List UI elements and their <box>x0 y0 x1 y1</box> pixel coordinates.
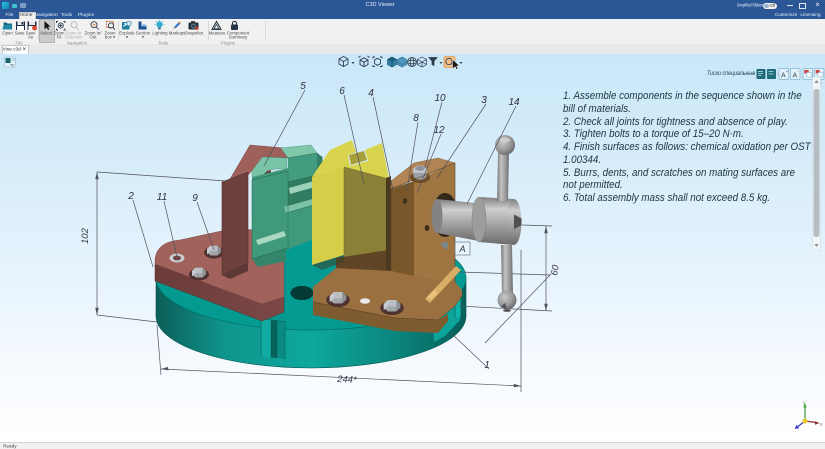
svg-text:102: 102 <box>80 227 91 244</box>
svg-text:3: 3 <box>481 95 487 106</box>
svg-text:14: 14 <box>508 97 520 108</box>
svg-text:10: 10 <box>434 93 446 104</box>
svg-text:5: 5 <box>300 81 306 92</box>
svg-text:60: 60 <box>549 263 562 276</box>
svg-text:11: 11 <box>157 192 167 203</box>
svg-text:8: 8 <box>413 113 419 124</box>
svg-text:A: A <box>459 244 466 254</box>
svg-text:x: x <box>820 422 823 428</box>
svg-text:4: 4 <box>368 88 374 99</box>
svg-text:244*: 244* <box>336 374 357 386</box>
svg-text:12: 12 <box>433 125 445 136</box>
svg-text:6: 6 <box>339 86 345 97</box>
svg-text:9: 9 <box>192 193 198 204</box>
svg-text:1: 1 <box>484 360 490 371</box>
svg-text:+: + <box>786 69 789 74</box>
svg-text:2: 2 <box>127 191 134 202</box>
